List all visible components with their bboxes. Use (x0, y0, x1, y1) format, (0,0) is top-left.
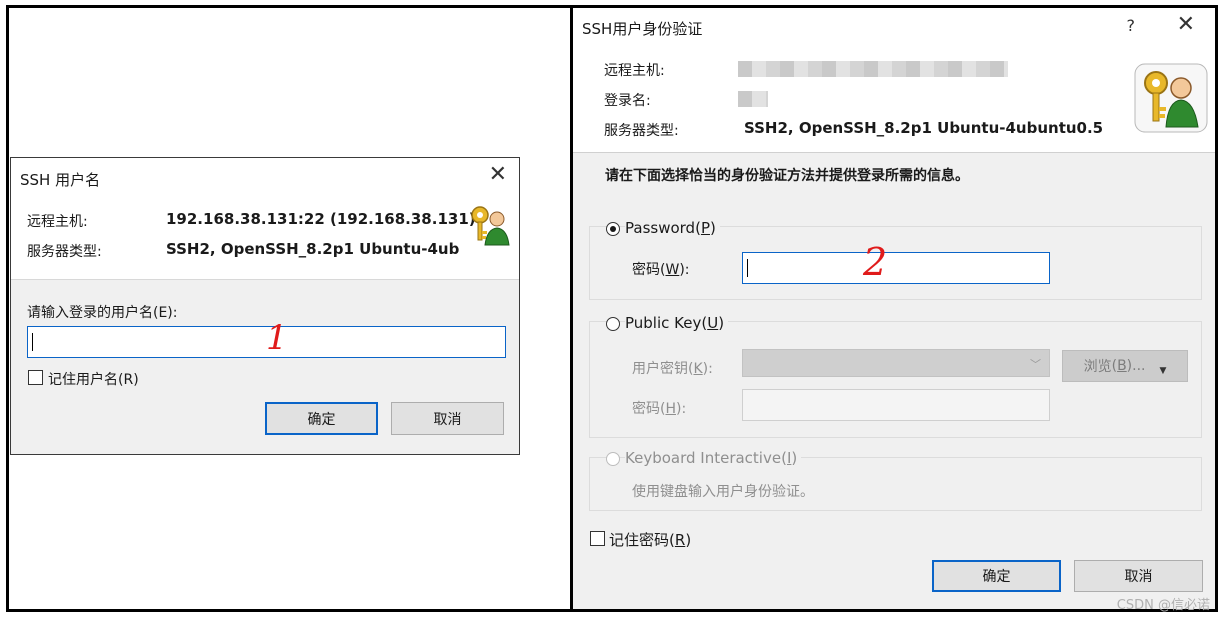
user-key-icon (1134, 63, 1208, 133)
user-key-icon (471, 206, 510, 246)
user-key-select[interactable]: ﹀ (742, 349, 1050, 377)
browse-button[interactable]: 浏览(B)... ▼ (1062, 350, 1188, 382)
remember-password-label: 记住密码(R) (609, 531, 692, 549)
passphrase-label: 密码(H): (632, 401, 687, 417)
remember-username-label: 记住用户名(R) (48, 372, 139, 388)
title-bar: SSH 用户名 ✕ (11, 158, 519, 198)
text-caret (747, 259, 748, 277)
instruction-text: 请在下面选择恰当的身份验证方法并提供登录所需的信息。 (605, 168, 969, 184)
server-type-label: 服务器类型: (27, 244, 102, 260)
remote-host-label: 远程主机: (604, 63, 665, 79)
remote-host-label: 远程主机: (27, 214, 88, 230)
annotation-two: 2 (863, 240, 888, 284)
ssh-username-dialog: SSH 用户名 ✕ 远程主机: 192.168.38.131:22 (192.1… (10, 157, 520, 455)
keyboard-desc: 使用键盘输入用户身份验证。 (632, 484, 814, 500)
publickey-option-label[interactable]: Public Key(U) (625, 314, 729, 332)
password-option-label[interactable]: Password(P) (625, 219, 720, 237)
watermark: CSDN @信必诺 (1116, 598, 1210, 613)
ok-button[interactable]: 确定 (265, 402, 378, 435)
cancel-button[interactable]: 取消 (391, 402, 504, 435)
redacted-login (738, 91, 768, 107)
password-input[interactable] (742, 252, 1050, 284)
login-name-label: 登录名: (604, 93, 651, 109)
cancel-button[interactable]: 取消 (1074, 560, 1203, 592)
server-type-value: SSH2, OpenSSH_8.2p1 Ubuntu-4ub (166, 240, 460, 258)
server-type-label: 服务器类型: (604, 123, 679, 139)
remote-host-value: 192.168.38.131:22 (192.168.38.131) (166, 210, 476, 228)
ok-button[interactable]: 确定 (932, 560, 1061, 592)
server-type-value: SSH2, OpenSSH_8.2p1 Ubuntu-4ubuntu0.5 (744, 119, 1104, 137)
redacted-host (738, 61, 1008, 77)
publickey-radio[interactable] (606, 317, 620, 331)
username-prompt: 请输入登录的用户名(E): (27, 305, 178, 321)
close-icon[interactable]: ✕ (489, 164, 507, 186)
keyboard-option-label[interactable]: Keyboard Interactive(I) (625, 449, 802, 467)
ssh-auth-dialog: SSH用户身份验证 ? ✕ 远程主机: 登录名: 服务器类型: SSH2, Op… (573, 8, 1215, 609)
help-icon[interactable]: ? (1127, 16, 1136, 35)
keyboard-radio[interactable] (606, 452, 620, 466)
text-caret (32, 333, 33, 351)
passphrase-input[interactable] (742, 389, 1050, 421)
user-key-label: 用户密钥(K): (632, 361, 713, 377)
remember-password-checkbox[interactable] (590, 531, 605, 546)
password-radio[interactable] (606, 222, 620, 236)
remember-username-checkbox[interactable] (28, 370, 43, 385)
dialog-title: SSH 用户名 (20, 171, 101, 189)
info-panel: 远程主机: 192.168.38.131:22 (192.168.38.131)… (11, 198, 519, 280)
password-field-label: 密码(W): (632, 262, 690, 278)
chevron-down-icon: ﹀ (1030, 358, 1041, 371)
close-icon[interactable]: ✕ (1177, 14, 1195, 36)
dialog-title: SSH用户身份验证 (582, 20, 703, 38)
annotation-one: 1 (266, 318, 288, 358)
title-bar: SSH用户身份验证 ? ✕ (573, 8, 1215, 48)
info-panel: 远程主机: 登录名: 服务器类型: SSH2, OpenSSH_8.2p1 Ub… (573, 48, 1215, 153)
